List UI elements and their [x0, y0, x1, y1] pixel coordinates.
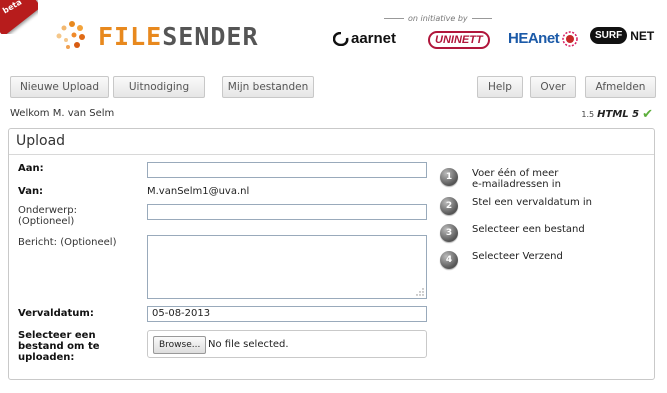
- expiry-label: Vervaldatum:: [18, 308, 94, 319]
- file-label-line1: Selecteer een: [18, 330, 96, 341]
- from-label: Van:: [18, 186, 44, 197]
- to-label: Aan:: [18, 163, 44, 174]
- step-4: 4 Selecteer Verzend: [440, 251, 563, 269]
- step-2-number: 2: [440, 197, 458, 215]
- step-1-line2: e-mailadressen in: [472, 179, 561, 190]
- step-1-text: Voer één of meer e-mailadressen in: [472, 168, 561, 190]
- html-five: 5: [632, 109, 640, 120]
- step-3-number: 3: [440, 224, 458, 242]
- step-2-text: Stel een vervaldatum in: [472, 197, 592, 208]
- subject-label-line2: (Optioneel): [18, 216, 75, 227]
- message-textarea[interactable]: [147, 235, 427, 299]
- uninett-logo: UNINETT: [428, 31, 490, 49]
- step-3: 3 Selecteer een bestand: [440, 224, 585, 242]
- invitation-button[interactable]: Uitnodiging: [113, 76, 205, 98]
- step-4-text: Selecteer Verzend: [472, 251, 563, 262]
- resize-grip-icon[interactable]: [416, 288, 424, 296]
- no-file-text: No file selected.: [208, 339, 289, 350]
- heanet-text: HEAnet: [508, 30, 560, 47]
- file-label-line3: uploaden:: [18, 352, 75, 363]
- panel-title: Upload: [16, 133, 66, 149]
- logo-part2: SENDER: [162, 22, 259, 51]
- logout-button[interactable]: Afmelden: [585, 76, 656, 98]
- heanet-logo: HEAnet: [508, 30, 578, 47]
- step-1-number: 1: [440, 168, 458, 186]
- surfnet-logo: SURF NET: [590, 27, 654, 44]
- check-icon: ✔: [642, 107, 653, 122]
- from-value: M.vanSelm1@uva.nl: [147, 186, 250, 197]
- aarnet-swirl-icon: [333, 31, 349, 46]
- file-label-line2: bestand om te: [18, 341, 100, 352]
- message-label: Bericht: (Optioneel): [18, 237, 117, 248]
- version-indicator: 1.5 HTML 5 ✔: [581, 107, 653, 122]
- filesender-dots-icon: [56, 21, 85, 49]
- about-button[interactable]: Over: [530, 76, 576, 98]
- file-label: Selecteer een bestand om te uploaden:: [18, 330, 100, 363]
- my-files-button[interactable]: Mijn bestanden: [222, 76, 314, 98]
- initiative-label: on initiative by: [380, 14, 496, 23]
- panel-divider: [9, 154, 654, 155]
- subject-input[interactable]: [147, 204, 427, 220]
- surf-net-text: NET: [630, 28, 655, 43]
- aarnet-logo: aarnet: [333, 30, 396, 47]
- subject-label: Onderwerp: (Optioneel): [18, 205, 77, 227]
- html5-label: HTML 5: [597, 109, 639, 120]
- step-1-line1: Voer één of meer: [472, 168, 559, 179]
- expiry-input[interactable]: 05-08-2013: [147, 306, 427, 322]
- step-1: 1 Voer één of meer e-mailadressen in: [440, 168, 561, 190]
- heanet-sun-icon: [562, 30, 578, 47]
- logo-part1: FILE: [98, 22, 163, 51]
- new-upload-button[interactable]: Nieuwe Upload: [10, 76, 109, 98]
- filesender-logo: FILESENDER: [98, 22, 259, 51]
- version-number: 1.5: [581, 110, 595, 119]
- html-text: HTML: [597, 109, 629, 120]
- aarnet-text: aarnet: [351, 30, 397, 47]
- step-2: 2 Stel een vervaldatum in: [440, 197, 592, 215]
- surf-badge: SURF: [590, 27, 628, 44]
- help-button[interactable]: Help: [477, 76, 523, 98]
- file-picker: Browse... No file selected.: [147, 330, 427, 358]
- to-input[interactable]: [147, 162, 427, 178]
- step-3-text: Selecteer een bestand: [472, 224, 585, 235]
- browse-button[interactable]: Browse...: [153, 336, 207, 354]
- header: FILESENDER on initiative by aarnet UNINE…: [0, 0, 667, 70]
- welcome-text: Welkom M. van Selm: [10, 108, 115, 119]
- step-4-number: 4: [440, 251, 458, 269]
- subject-label-line1: Onderwerp:: [18, 205, 77, 216]
